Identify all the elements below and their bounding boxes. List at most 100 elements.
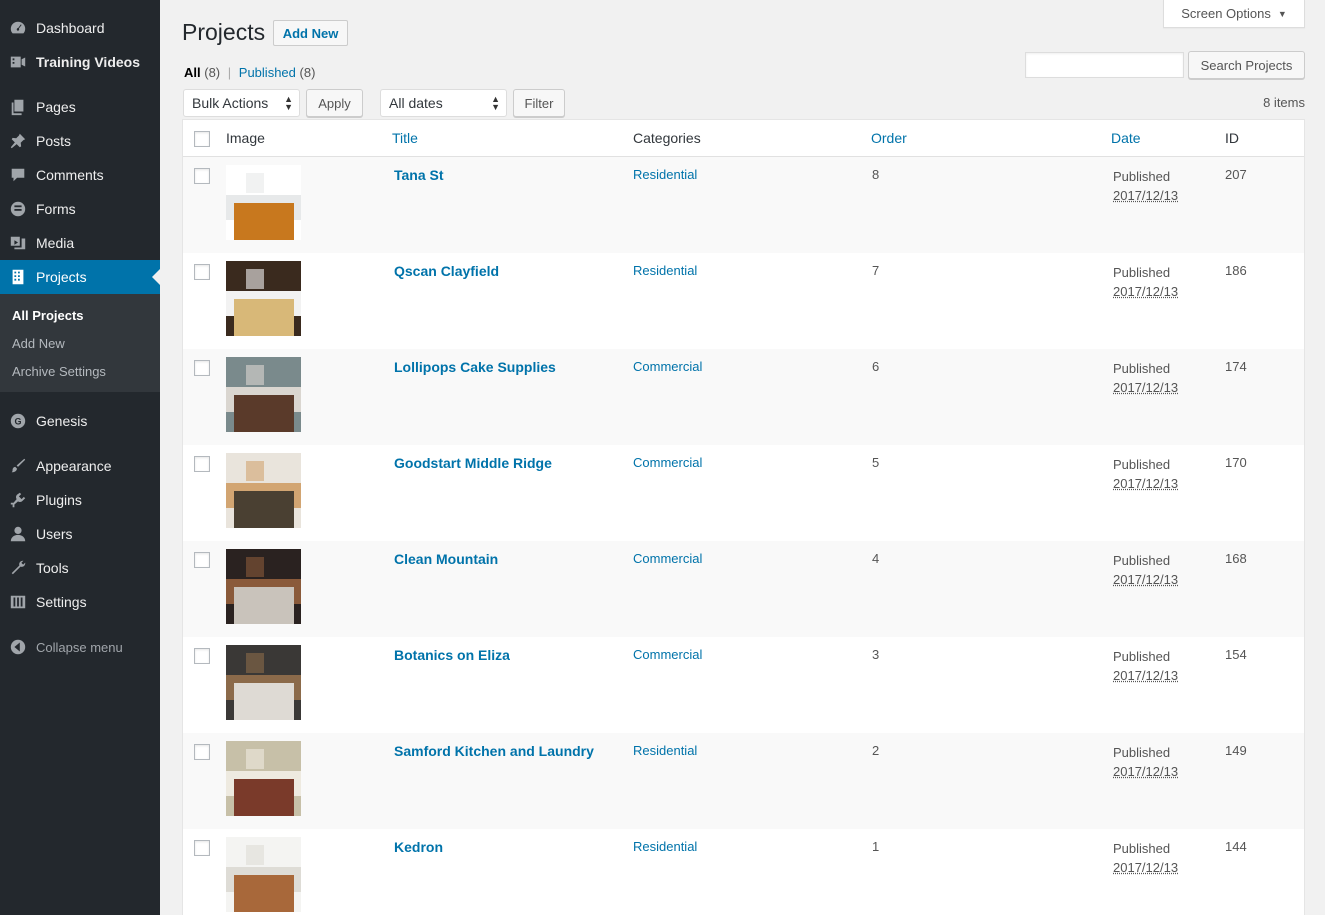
project-title-link[interactable]: Samford Kitchen and Laundry [394, 743, 594, 759]
project-title-link[interactable]: Tana St [394, 167, 444, 183]
row-checkbox[interactable] [194, 360, 210, 376]
project-title-link[interactable]: Clean Mountain [394, 551, 498, 567]
row-checkbox[interactable] [194, 648, 210, 664]
sidebar-item-genesis[interactable]: G Genesis [0, 404, 160, 438]
sidebar-item-projects[interactable]: Projects [0, 260, 160, 294]
filter-all-label: All [184, 65, 201, 80]
collapse-menu-label: Collapse menu [36, 640, 123, 655]
project-thumbnail[interactable] [226, 165, 301, 240]
project-thumbnail[interactable] [226, 741, 301, 816]
project-title-link[interactable]: Kedron [394, 839, 443, 855]
sidebar-item-forms[interactable]: Forms [0, 192, 160, 226]
dates-select[interactable]: All dates ▲ ▼ [380, 89, 507, 117]
items-count: 8 items [1240, 95, 1305, 110]
project-category-link[interactable]: Commercial [633, 647, 702, 662]
user-icon [0, 525, 36, 543]
project-date: 2017/12/13 [1113, 762, 1178, 781]
project-status: Published [1113, 359, 1178, 378]
search-projects-button[interactable]: Search Projects [1188, 51, 1305, 79]
sidebar-item-label: Projects [36, 269, 87, 285]
sidebar-item-appearance[interactable]: Appearance [0, 449, 160, 483]
collapse-icon [0, 638, 36, 656]
filter-published-count: (8) [300, 65, 316, 80]
sidebar-item-training-videos[interactable]: Training Videos [0, 45, 160, 79]
comment-icon [0, 166, 36, 184]
brush-icon [0, 457, 36, 475]
sidebar-item-label: Plugins [36, 492, 82, 508]
filter-all[interactable]: All (8) [184, 65, 220, 80]
sidebar-item-pages[interactable]: Pages [0, 90, 160, 124]
project-thumbnail[interactable] [226, 645, 301, 720]
row-checkbox[interactable] [194, 264, 210, 280]
sidebar-item-posts[interactable]: Posts [0, 124, 160, 158]
project-date: 2017/12/13 [1113, 282, 1178, 301]
submenu-archive-settings[interactable]: Archive Settings [12, 364, 106, 379]
pin-icon [0, 132, 36, 150]
column-order[interactable]: Order [871, 130, 907, 146]
project-category-link[interactable]: Residential [633, 263, 697, 278]
project-id: 207 [1225, 167, 1247, 182]
project-title-link[interactable]: Qscan Clayfield [394, 263, 499, 279]
project-category-link[interactable]: Commercial [633, 359, 702, 374]
project-date: 2017/12/13 [1113, 666, 1178, 685]
project-order: 1 [872, 839, 879, 854]
bulk-actions-value: Bulk Actions [192, 95, 268, 111]
project-title-link[interactable]: Botanics on Eliza [394, 647, 510, 663]
row-checkbox[interactable] [194, 168, 210, 184]
video-icon [0, 53, 36, 71]
project-category-link[interactable]: Residential [633, 167, 697, 182]
select-all-checkbox[interactable] [194, 131, 210, 147]
filter-button[interactable]: Filter [513, 89, 565, 117]
sidebar-item-comments[interactable]: Comments [0, 158, 160, 192]
screen-options-button[interactable]: Screen Options ▼ [1163, 0, 1305, 28]
sidebar-item-label: Appearance [36, 458, 112, 474]
project-thumbnail[interactable] [226, 549, 301, 624]
project-date: 2017/12/13 [1113, 378, 1178, 397]
project-category-link[interactable]: Commercial [633, 551, 702, 566]
table-row: Clean Mountain Commercial 4 Published 20… [183, 541, 1304, 637]
screen-options-label: Screen Options [1181, 6, 1271, 21]
filter-separator: | [228, 65, 231, 80]
sidebar-item-dashboard[interactable]: Dashboard [0, 11, 160, 45]
sidebar-item-label: Users [36, 526, 73, 542]
project-date: 2017/12/13 [1113, 186, 1178, 205]
bulk-actions-select[interactable]: Bulk Actions ▲ ▼ [183, 89, 300, 117]
project-title-link[interactable]: Lollipops Cake Supplies [394, 359, 556, 375]
project-thumbnail[interactable] [226, 837, 301, 912]
row-checkbox[interactable] [194, 456, 210, 472]
sidebar-item-settings[interactable]: Settings [0, 585, 160, 619]
project-status: Published [1113, 743, 1178, 762]
filter-published[interactable]: Published (8) [239, 65, 316, 80]
genesis-icon: G [0, 412, 36, 430]
submenu-add-new[interactable]: Add New [12, 336, 65, 351]
project-category-link[interactable]: Residential [633, 839, 697, 854]
project-thumbnail[interactable] [226, 357, 301, 432]
sidebar-item-users[interactable]: Users [0, 517, 160, 551]
submenu-all-projects[interactable]: All Projects [12, 308, 84, 323]
column-id: ID [1225, 130, 1239, 146]
sidebar-item-plugins[interactable]: Plugins [0, 483, 160, 517]
column-title[interactable]: Title [392, 130, 418, 146]
project-thumbnail[interactable] [226, 261, 301, 336]
project-title-link[interactable]: Goodstart Middle Ridge [394, 455, 552, 471]
row-checkbox[interactable] [194, 840, 210, 856]
project-category-link[interactable]: Residential [633, 743, 697, 758]
apply-button[interactable]: Apply [306, 89, 363, 117]
sidebar-item-media[interactable]: Media [0, 226, 160, 260]
project-thumbnail[interactable] [226, 453, 301, 528]
admin-sidebar: Dashboard Training Videos Pages Posts Co… [0, 0, 160, 915]
project-category-link[interactable]: Commercial [633, 455, 702, 470]
projects-table: Image Title Categories Order Date ID Tan… [182, 119, 1305, 915]
sidebar-item-label: Media [36, 235, 74, 251]
table-row: Samford Kitchen and Laundry Residential … [183, 733, 1304, 829]
project-date-cell: Published 2017/12/13 [1113, 263, 1178, 301]
project-date: 2017/12/13 [1113, 858, 1178, 877]
column-date[interactable]: Date [1111, 130, 1141, 146]
collapse-menu-button[interactable]: Collapse menu [0, 630, 160, 664]
add-new-button[interactable]: Add New [273, 20, 348, 46]
row-checkbox[interactable] [194, 552, 210, 568]
row-checkbox[interactable] [194, 744, 210, 760]
triangle-down-icon: ▼ [1278, 9, 1287, 19]
search-input[interactable] [1025, 52, 1184, 78]
sidebar-item-tools[interactable]: Tools [0, 551, 160, 585]
